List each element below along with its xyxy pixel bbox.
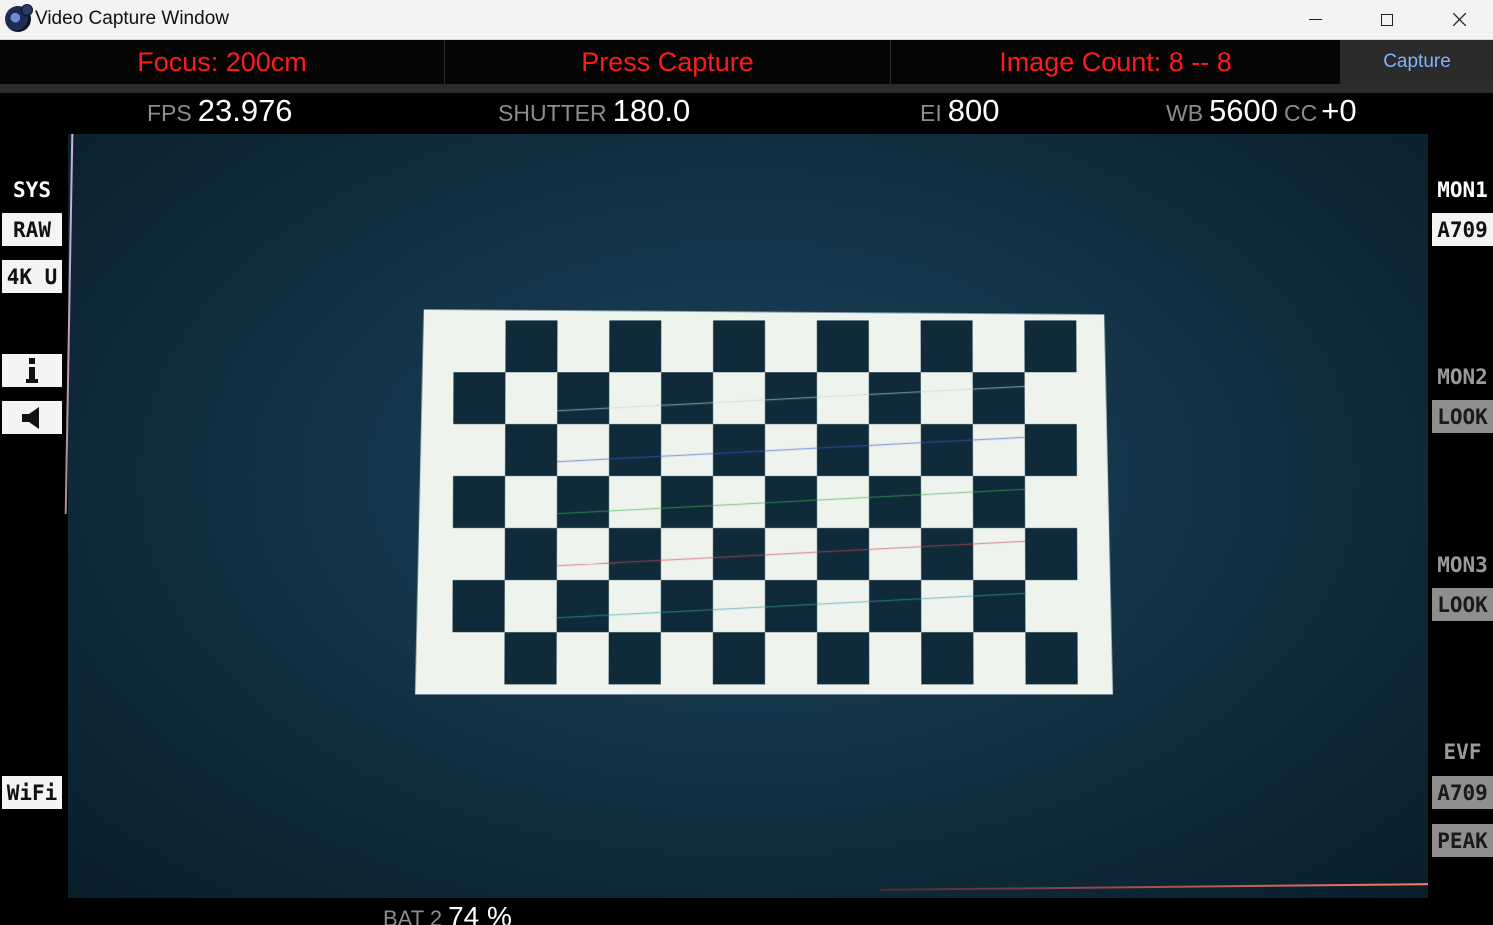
status-bar: Focus: 200cm Press Capture Image Count: … <box>0 40 1493 84</box>
cc-value: +0 <box>1321 93 1357 128</box>
checker-square <box>661 580 713 632</box>
evf-label: EVF <box>1443 740 1482 764</box>
battery-value: 74 % <box>448 901 512 925</box>
checker-square <box>453 372 505 424</box>
mon2-badge: LOOK <box>1432 400 1493 433</box>
mon1-label: MON1 <box>1437 178 1488 202</box>
fps-label: FPS <box>147 100 192 126</box>
video-feed: FPS 23.976 SHUTTER 180.0 EI 800 WB 5600 … <box>0 93 1493 925</box>
window-title: Video Capture Window <box>35 8 229 29</box>
hud-fps: FPS 23.976 <box>147 93 293 129</box>
checker-square <box>557 372 609 424</box>
raw-badge: RAW <box>2 213 62 246</box>
checker-square <box>609 320 661 372</box>
checker-square <box>661 476 713 528</box>
ei-value: 800 <box>947 93 1000 128</box>
ei-label: EI <box>920 100 942 126</box>
hud-ei: EI 800 <box>920 93 999 129</box>
close-button[interactable] <box>1423 0 1493 39</box>
minimize-icon <box>1308 19 1322 20</box>
mon1-badge: A709 <box>1432 213 1493 246</box>
checker-square <box>504 632 556 684</box>
capture-message: Press Capture <box>445 40 891 84</box>
speaker-icon <box>22 406 39 429</box>
wb-value: 5600 <box>1209 93 1279 128</box>
checker-square <box>661 372 713 424</box>
hud-shutter: SHUTTER 180.0 <box>498 93 690 129</box>
battery-label: BAT 2 <box>383 906 443 925</box>
wb-label: WB <box>1166 100 1204 126</box>
checker-square <box>505 424 557 476</box>
app-camera-icon <box>5 4 33 32</box>
checker-square <box>921 632 973 684</box>
battery-status: BAT 2 74 % <box>383 901 512 925</box>
separator <box>0 84 1493 93</box>
checker-square <box>921 528 973 580</box>
checker-square <box>713 632 765 684</box>
checker-square <box>817 320 869 372</box>
checker-square <box>609 528 661 580</box>
checker-square <box>973 372 1025 424</box>
checker-square <box>609 632 661 684</box>
resolution-badge: 4K U <box>2 260 62 293</box>
checker-square <box>921 424 973 476</box>
minimize-button[interactable] <box>1279 0 1351 39</box>
checker-square <box>1024 320 1076 372</box>
maximize-button[interactable] <box>1351 0 1423 39</box>
audio-button <box>2 401 62 434</box>
checker-square <box>921 320 973 372</box>
info-icon <box>26 357 38 383</box>
checker-square <box>505 528 557 580</box>
wifi-badge: WiFi <box>2 776 62 809</box>
checker-square <box>869 476 921 528</box>
close-icon <box>1452 13 1466 26</box>
checker-square <box>817 528 869 580</box>
checker-square <box>869 580 921 632</box>
checker-square <box>973 476 1025 528</box>
evf-badge: A709 <box>1432 776 1493 809</box>
maximize-icon <box>1381 13 1393 26</box>
hud-wb: WB 5600 CC +0 <box>1166 93 1357 129</box>
checker-square <box>452 580 504 632</box>
checker-square <box>505 320 557 372</box>
mon2-label: MON2 <box>1437 365 1488 389</box>
capture-button[interactable]: Capture <box>1341 40 1493 84</box>
checker-square <box>973 580 1025 632</box>
mon3-label: MON3 <box>1437 553 1488 577</box>
sys-label: SYS <box>13 178 51 202</box>
focus-status: Focus: 200cm <box>0 40 445 84</box>
shutter-value: 180.0 <box>612 93 691 128</box>
checker-square <box>817 424 869 476</box>
checker-square <box>817 632 869 684</box>
cc-label: CC <box>1284 100 1318 126</box>
checker-square <box>869 372 921 424</box>
checker-square <box>557 580 609 632</box>
calibration-checkerboard <box>415 309 1113 694</box>
checker-square <box>1025 632 1077 684</box>
title-bar: Video Capture Window <box>0 0 1493 40</box>
peak-badge: PEAK <box>1432 824 1493 857</box>
mon3-badge: LOOK <box>1432 588 1493 621</box>
checker-square <box>557 476 609 528</box>
checker-square <box>609 424 661 476</box>
checker-square <box>1025 528 1077 580</box>
checker-square <box>453 476 505 528</box>
fps-value: 23.976 <box>197 93 293 128</box>
info-button <box>2 354 62 387</box>
shutter-label: SHUTTER <box>498 100 607 126</box>
checker-square <box>713 320 765 372</box>
image-count-status: Image Count: 8 -- 8 <box>891 40 1341 84</box>
checker-square <box>1025 424 1077 476</box>
